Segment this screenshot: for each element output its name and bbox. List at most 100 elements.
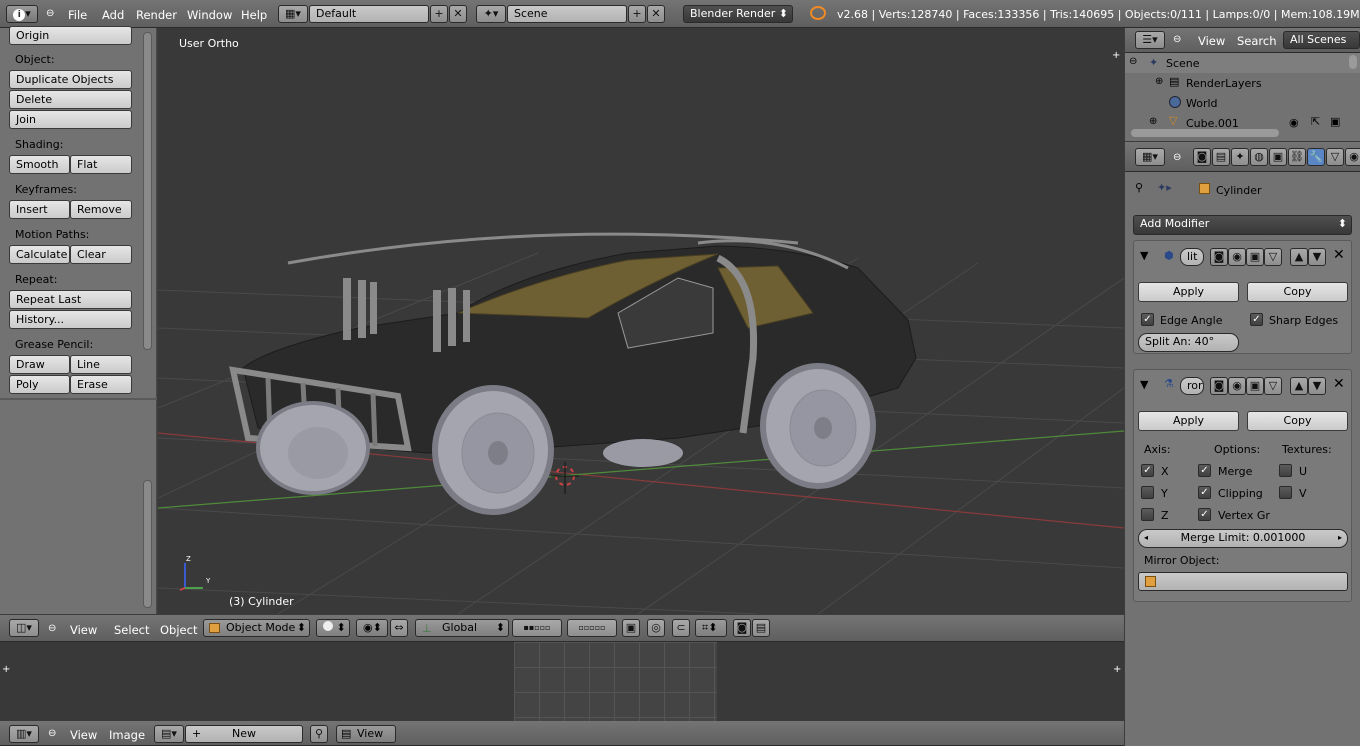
- viewport-toggle-icon[interactable]: ◉: [1228, 248, 1246, 266]
- tab-object-icon[interactable]: ▣: [1269, 148, 1287, 166]
- pivot-dropdown[interactable]: ◉⬍: [356, 619, 388, 637]
- join-button[interactable]: Join: [9, 110, 132, 129]
- vertex-groups-checkbox[interactable]: ✓: [1198, 508, 1211, 521]
- proportional-edit-icon[interactable]: ◎: [647, 619, 665, 637]
- outliner-hscrollbar[interactable]: [1131, 129, 1279, 137]
- outliner-collapse-icon[interactable]: ⊖: [1173, 34, 1181, 45]
- outliner-type-icon[interactable]: ☰▾: [1135, 31, 1165, 49]
- axis-x-checkbox[interactable]: ✓: [1141, 464, 1154, 477]
- restrict-render-icon[interactable]: ▣: [1330, 115, 1340, 128]
- menu-add[interactable]: Add: [102, 8, 124, 22]
- expand-icon[interactable]: ⊖: [1129, 56, 1137, 67]
- tab-data-icon[interactable]: ▽: [1326, 148, 1344, 166]
- lock-layers-icon[interactable]: ▣: [622, 619, 640, 637]
- cage-toggle-icon[interactable]: ▽: [1264, 377, 1282, 395]
- axis-z-checkbox[interactable]: [1141, 508, 1154, 521]
- move-up-icon[interactable]: ▲: [1290, 377, 1308, 395]
- header-collapse-icon[interactable]: ⊖: [48, 623, 56, 634]
- add-modifier-dropdown[interactable]: Add Modifier ⬍: [1133, 215, 1352, 235]
- remove-modifier-icon[interactable]: ✕: [1333, 247, 1345, 263]
- mirror-object-field[interactable]: [1138, 572, 1348, 591]
- layers-grid-b[interactable]: ▫▫▫▫▫: [567, 619, 617, 637]
- outliner-row-world[interactable]: World: [1125, 93, 1360, 113]
- remove-keyframe-button[interactable]: Remove: [70, 200, 132, 219]
- menu-render[interactable]: Render: [136, 8, 177, 22]
- sharp-edges-checkbox[interactable]: ✓: [1250, 313, 1263, 326]
- image-area-plus-left-icon[interactable]: +: [2, 664, 10, 675]
- move-down-icon[interactable]: ▼: [1308, 377, 1326, 395]
- calculate-button[interactable]: Calculate: [9, 245, 70, 264]
- axis-y-checkbox[interactable]: [1141, 486, 1154, 499]
- modifier-name-field[interactable]: lit: [1180, 248, 1204, 266]
- image-menu[interactable]: Image: [109, 728, 145, 742]
- shading-dropdown[interactable]: ⬍: [316, 619, 350, 637]
- delete-scene-icon[interactable]: ✕: [647, 5, 665, 23]
- image-editor-area[interactable]: + +: [0, 642, 1124, 721]
- draw-button[interactable]: Draw: [9, 355, 70, 374]
- outliner-view-menu[interactable]: View: [1198, 34, 1225, 48]
- texture-u-checkbox[interactable]: [1279, 464, 1292, 477]
- screen-layout-icon[interactable]: ▦▾: [278, 5, 308, 23]
- add-layout-icon[interactable]: +: [430, 5, 448, 23]
- tab-world-icon[interactable]: ◍: [1250, 148, 1268, 166]
- expand-icon[interactable]: ⊕: [1149, 116, 1157, 127]
- clear-button[interactable]: Clear: [70, 245, 132, 264]
- texture-v-checkbox[interactable]: [1279, 486, 1292, 499]
- scene-field[interactable]: Scene: [507, 5, 627, 23]
- image-view-menu[interactable]: View: [70, 728, 97, 742]
- edge-angle-checkbox[interactable]: ✓: [1141, 313, 1154, 326]
- expand-icon[interactable]: ⊕: [1155, 76, 1163, 87]
- collapse-arrow-icon[interactable]: ▼: [1140, 378, 1148, 391]
- layers-grid-a[interactable]: ▪▪▫▫▫: [512, 619, 562, 637]
- move-up-icon[interactable]: ▲: [1290, 248, 1308, 266]
- outliner-search-menu[interactable]: Search: [1237, 34, 1277, 48]
- pin-image-icon[interactable]: ⚲: [310, 725, 328, 743]
- remove-modifier-icon[interactable]: ✕: [1333, 376, 1345, 392]
- poly-button[interactable]: Poly: [9, 375, 70, 394]
- menu-help[interactable]: Help: [241, 8, 267, 22]
- mode-dropdown[interactable]: Object Mode ⬍: [203, 619, 310, 637]
- menu-file[interactable]: File: [68, 8, 87, 22]
- flat-button[interactable]: Flat: [70, 155, 132, 174]
- outliner-row-renderlayers[interactable]: ⊕ ▤ RenderLayers: [1125, 73, 1360, 93]
- properties-collapse-icon[interactable]: ⊖: [1173, 152, 1181, 163]
- collapse-arrow-icon[interactable]: ▼: [1140, 249, 1148, 262]
- clipping-checkbox[interactable]: ✓: [1198, 486, 1211, 499]
- viewport-corner-plus-icon[interactable]: +: [1112, 50, 1120, 61]
- snap-icon[interactable]: ⊂: [672, 619, 690, 637]
- tab-constraints-icon[interactable]: ⛓: [1288, 148, 1306, 166]
- apply-button[interactable]: Apply: [1138, 411, 1239, 431]
- render-opengl-icon[interactable]: ◙: [733, 619, 751, 637]
- 3d-cursor-icon[interactable]: [551, 462, 579, 494]
- manipulator-toggle-icon[interactable]: ⇔: [390, 619, 408, 637]
- erase-button[interactable]: Erase: [70, 375, 132, 394]
- apply-button[interactable]: Apply: [1138, 282, 1239, 302]
- properties-type-icon[interactable]: ▦▾: [1135, 148, 1165, 166]
- new-image-button[interactable]: + New: [185, 725, 303, 743]
- menu-window[interactable]: Window: [187, 8, 232, 22]
- cage-toggle-icon[interactable]: ▽: [1264, 248, 1282, 266]
- snap-element-dropdown[interactable]: ⌗⬍: [695, 619, 727, 637]
- render-engine-dropdown[interactable]: Blender Render ⬍: [683, 5, 793, 23]
- outliner-tree[interactable]: ⊖ ✦ Scene ⊕ ▤ RenderLayers World ⊕ ▽ Cub…: [1125, 53, 1360, 141]
- object-menu[interactable]: Object: [160, 623, 197, 637]
- view-menu[interactable]: View: [70, 623, 97, 637]
- outliner-scope-dropdown[interactable]: All Scenes: [1283, 31, 1360, 49]
- orientation-dropdown[interactable]: ⊥ Global ⬍: [415, 619, 509, 637]
- render-animation-icon[interactable]: ▤: [752, 619, 770, 637]
- tab-scene-icon[interactable]: ✦: [1231, 148, 1249, 166]
- split-angle-field[interactable]: Split An: 40°: [1138, 333, 1239, 352]
- tab-material-icon[interactable]: ◉: [1345, 148, 1360, 166]
- 3d-viewport[interactable]: User Ortho Z Y (3) Cylinder +: [158, 28, 1124, 614]
- collapse-icon[interactable]: ⊖: [46, 8, 54, 19]
- copy-button[interactable]: Copy: [1247, 282, 1348, 302]
- history-button[interactable]: History...: [9, 310, 132, 329]
- image-header-collapse-icon[interactable]: ⊖: [48, 728, 56, 739]
- select-menu[interactable]: Select: [114, 623, 149, 637]
- render-toggle-icon[interactable]: ◙: [1210, 248, 1228, 266]
- tab-render-icon[interactable]: ◙: [1193, 148, 1211, 166]
- modifier-name-field[interactable]: ror: [1180, 377, 1204, 395]
- smooth-button[interactable]: Smooth: [9, 155, 70, 174]
- image-editor-type-icon[interactable]: ▥▾: [9, 725, 39, 743]
- add-scene-icon[interactable]: +: [628, 5, 646, 23]
